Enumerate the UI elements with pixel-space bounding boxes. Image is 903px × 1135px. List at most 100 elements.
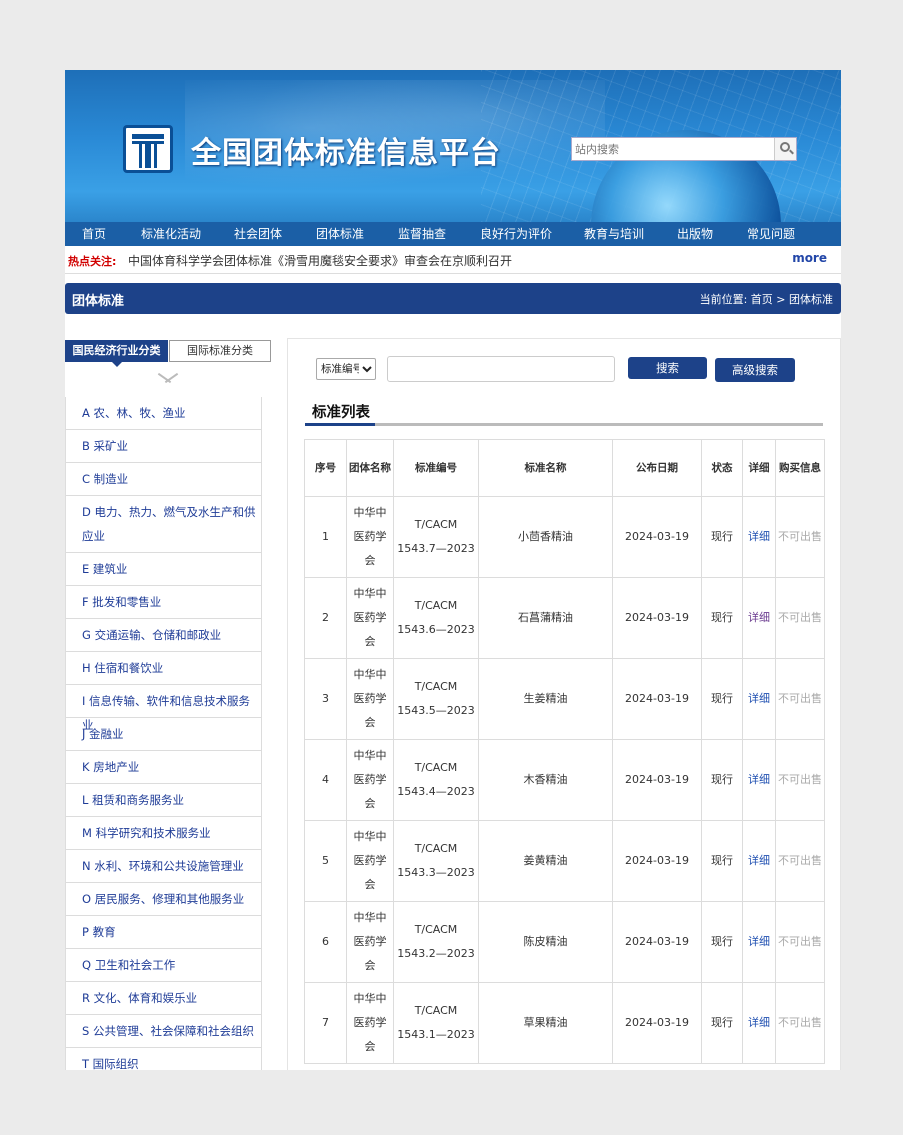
cell-org: 中华中医药学会 — [353, 749, 387, 810]
table-cell: 详细 — [742, 901, 776, 983]
cell-code: T/CACM 1543.2—2023 — [397, 923, 475, 960]
main-panel: 标准编号 搜索 高级搜索 标准列表 序号 团体名称 标准编号 标准名称 公布日期 状态 详细… — [287, 338, 841, 1070]
table-cell: 2 — [304, 577, 347, 659]
site-search-input[interactable] — [572, 138, 776, 160]
nav-item-inspection[interactable]: 监督抽查 — [398, 222, 446, 246]
keyword-input[interactable] — [387, 356, 615, 382]
cell-no: 5 — [322, 854, 329, 867]
cell-status: 现行 — [711, 611, 733, 624]
sidebar-category-item[interactable]: L 租赁和商务服务业 — [66, 784, 262, 817]
sidebar-category-item[interactable]: D 电力、热力、燃气及水生产和供应业 — [66, 496, 262, 553]
sidebar-category-item[interactable]: T 国际组织 — [66, 1048, 262, 1070]
table-cell: 2024-03-19 — [612, 739, 702, 821]
hot-label: 热点关注: — [68, 255, 117, 268]
purchase-status: 不可出售 — [778, 611, 822, 624]
site-title[interactable]: 全国团体标准信息平台 — [191, 128, 501, 172]
detail-link[interactable]: 详细 — [748, 854, 770, 867]
nav-item-organizations[interactable]: 社会团体 — [234, 222, 282, 246]
sidebar-category-item[interactable]: I 信息传输、软件和信息技术服务业 — [66, 685, 262, 732]
table-cell: 草果精油 — [478, 982, 613, 1064]
nav-item-group-standards[interactable]: 团体标准 — [316, 222, 364, 246]
table-cell: 详细 — [742, 739, 776, 821]
table-row: 7 中华中医药学会 T/CACM 1543.1—2023 草果精油 2024-03-19… — [304, 982, 825, 1064]
table-cell: T/CACM 1543.7—2023 — [393, 496, 479, 578]
cell-no: 2 — [322, 611, 329, 624]
detail-link[interactable]: 详细 — [748, 611, 770, 624]
table-cell: 2024-03-19 — [612, 982, 702, 1064]
table-cell: 生姜精油 — [478, 658, 613, 740]
cell-name: 木香精油 — [523, 773, 568, 786]
search-field-select[interactable]: 标准编号 — [316, 358, 376, 380]
header-banner: 全国团体标准信息平台 — [65, 70, 841, 222]
sidebar-category-item[interactable]: N 水利、环境和公共设施管理业 — [66, 850, 262, 883]
table-cell: 现行 — [701, 901, 743, 983]
nav-item-publications[interactable]: 出版物 — [677, 222, 713, 246]
hot-news-link[interactable]: 中国体育科学学会团体标准《滑雪用魔毯安全要求》审查会在京顺利召开 — [128, 252, 512, 269]
cell-name: 石菖蒲精油 — [518, 611, 573, 624]
search-icon[interactable] — [774, 138, 796, 160]
sidebar-category-item[interactable]: P 教育 — [66, 916, 262, 949]
nav-item-education[interactable]: 教育与培训 — [584, 222, 644, 246]
category-list: A 农、林、牧、渔业 B 采矿业 C 制造业 D 电力、热力、燃气及水生产和供应业 E … — [65, 397, 262, 1070]
advanced-search-button[interactable]: 高级搜索 — [715, 358, 795, 382]
nav-item-faq[interactable]: 常见问题 — [747, 222, 795, 246]
cell-org: 中华中医药学会 — [353, 830, 387, 891]
purchase-status: 不可出售 — [778, 1016, 822, 1029]
detail-link[interactable]: 详细 — [748, 692, 770, 705]
cell-status: 现行 — [711, 773, 733, 786]
site-search — [571, 137, 797, 161]
table-cell: 不可出售 — [775, 577, 825, 659]
sidebar-category-item[interactable]: G 交通运输、仓储和邮政业 — [66, 619, 262, 652]
detail-link[interactable]: 详细 — [748, 935, 770, 948]
table-cell: 现行 — [701, 577, 743, 659]
tab-national-industry[interactable]: 国民经济行业分类 — [65, 340, 168, 362]
sidebar-category-item[interactable]: C 制造业 — [66, 463, 262, 496]
table-header-col-buy: 购买信息 — [775, 439, 825, 497]
table-cell: 6 — [304, 901, 347, 983]
search-button[interactable]: 搜索 — [628, 357, 707, 379]
detail-link[interactable]: 详细 — [748, 530, 770, 543]
table-row: 4 中华中医药学会 T/CACM 1543.4—2023 木香精油 2024-03-19… — [304, 739, 825, 821]
tab-international-standard[interactable]: 国际标准分类 — [169, 340, 271, 362]
table-cell: 木香精油 — [478, 739, 613, 821]
sidebar-category-item[interactable]: H 住宿和餐饮业 — [66, 652, 262, 685]
cell-name: 姜黄精油 — [523, 854, 568, 867]
cell-code: T/CACM 1543.1—2023 — [397, 1004, 475, 1041]
sidebar-category-item[interactable]: B 采矿业 — [66, 430, 262, 463]
site-logo-icon[interactable] — [123, 125, 173, 173]
detail-link[interactable]: 详细 — [748, 773, 770, 786]
cell-no: 1 — [322, 530, 329, 543]
cell-date: 2024-03-19 — [625, 773, 689, 786]
sidebar-category-item[interactable]: K 房地产业 — [66, 751, 262, 784]
more-link[interactable]: more — [792, 251, 827, 265]
sidebar-category-item[interactable]: O 居民服务、修理和其他服务业 — [66, 883, 262, 916]
purchase-status: 不可出售 — [778, 935, 822, 948]
table-cell: T/CACM 1543.4—2023 — [393, 739, 479, 821]
sidebar-category-item[interactable]: E 建筑业 — [66, 553, 262, 586]
sidebar-category-item[interactable]: S 公共管理、社会保障和社会组织 — [66, 1015, 262, 1048]
sidebar-category-item[interactable]: A 农、林、牧、渔业 — [66, 397, 262, 430]
cell-name: 陈皮精油 — [523, 935, 568, 948]
nav-item-home[interactable]: 首页 — [82, 222, 106, 246]
sidebar-category-item[interactable]: J 金融业 — [66, 718, 262, 751]
table-cell: 姜黄精油 — [478, 820, 613, 902]
sidebar-category-item[interactable]: M 科学研究和技术服务业 — [66, 817, 262, 850]
chevron-down-icon[interactable] — [157, 372, 179, 384]
sidebar-category-item[interactable]: Q 卫生和社会工作 — [66, 949, 262, 982]
table-cell: 3 — [304, 658, 347, 740]
purchase-status: 不可出售 — [778, 692, 822, 705]
sidebar-category-item[interactable]: R 文化、体育和娱乐业 — [66, 982, 262, 1015]
table-cell: 石菖蒲精油 — [478, 577, 613, 659]
nav-item-standardization[interactable]: 标准化活动 — [141, 222, 201, 246]
table-cell: 详细 — [742, 577, 776, 659]
table-cell: 现行 — [701, 496, 743, 578]
nav-item-evaluation[interactable]: 良好行为评价 — [480, 222, 552, 246]
detail-link[interactable]: 详细 — [748, 1016, 770, 1029]
cell-status: 现行 — [711, 854, 733, 867]
table-cell: 小茴香精油 — [478, 496, 613, 578]
table-cell: 中华中医药学会 — [346, 901, 394, 983]
sidebar-category-item[interactable]: F 批发和零售业 — [66, 586, 262, 619]
table-cell: 中华中医药学会 — [346, 739, 394, 821]
table-cell: 详细 — [742, 820, 776, 902]
purchase-status: 不可出售 — [778, 773, 822, 786]
